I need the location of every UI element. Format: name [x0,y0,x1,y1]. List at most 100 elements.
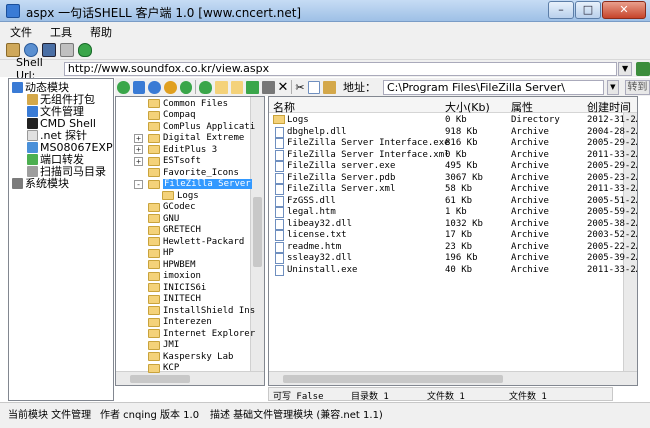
maximize-button[interactable]: □ [575,1,601,19]
system-module-icon [12,177,23,189]
file-row[interactable]: FileZilla Server.pdb 3067 Kb Archive 2005-2… [269,172,637,185]
column-name[interactable]: 名称 [273,99,295,115]
file-row[interactable]: FzGSS.dll 61 Kb Archive 2005-51-2… [269,195,637,208]
folder-tree-item[interactable]: Hewlett-Packard [148,236,244,247]
collapse-icon[interactable]: - [134,179,143,189]
folder-tree-item[interactable]: Kaspersky Lab [148,351,233,362]
folder-tree-item[interactable]: GNU [148,213,179,224]
up-icon[interactable] [132,80,146,94]
port-icon [27,153,38,165]
file-time: 2011-33-2… [587,184,638,194]
menu-tools[interactable]: 工具 [48,23,74,41]
paste-icon[interactable] [323,80,336,94]
folder-tree-item[interactable]: Favorite_Icons [148,167,239,178]
folder-tree-hscrollbar[interactable] [116,371,264,385]
folder-name: KCP [163,363,180,373]
window-controls: – □ ✕ [548,1,646,19]
file-row[interactable]: Uninstall.exe 40 Kb Archive 2011-33-2… [269,264,637,277]
reload-icon[interactable] [179,80,193,94]
copy-icon[interactable] [307,80,321,94]
folder-tree-item[interactable]: INITECH [148,294,201,305]
back-icon[interactable] [117,80,130,94]
file-row[interactable]: FileZilla Server.xml 58 Kb Archive 2011-33-… [269,184,638,196]
folder-icon [148,352,160,361]
open-folder-icon[interactable] [230,80,244,94]
folder-tree-item[interactable]: Interezen [148,317,212,328]
info-bar: 可写 False 目录数 1 文件数 1 文件数 1 [268,387,613,402]
file-size: 61 Kb [445,195,473,206]
scroll-thumb[interactable] [130,375,190,383]
upload-icon[interactable] [246,80,259,94]
folder-tree-item[interactable]: Logs [162,190,199,201]
goto-button[interactable]: 转到 [624,79,650,95]
scroll-thumb[interactable] [283,375,503,383]
file-row[interactable]: FileZilla Server Interface.exe 816 Kb Arch… [269,138,637,150]
folder-tree-item[interactable]: INICIS6i [148,282,206,293]
module-item-file-manager[interactable]: 文件管理 [27,105,84,118]
folder-tree-item[interactable]: ComPlus Applicati [148,121,255,132]
folder-tree-item[interactable]: KCP [148,363,179,374]
file-list-hscrollbar[interactable] [269,371,637,385]
file-row[interactable]: readme.htm 23 Kb Archive 2005-22-2… [269,241,637,254]
file-row[interactable]: license.txt 17 Kb Archive 2003-52-2… [269,230,637,242]
file-size: 0 Kb [445,149,467,160]
shell-url-input[interactable]: http://www.soundfox.co.kr/view.aspx [63,61,618,76]
address-input[interactable]: C:\Program Files\FileZilla Server\ [382,79,604,95]
download-icon[interactable] [199,80,212,94]
expand-icon[interactable]: + [134,145,143,154]
folder-tree-item[interactable]: JMI [148,340,179,351]
refresh-icon[interactable] [163,80,177,94]
column-size[interactable]: 大小(Kb) [445,99,490,115]
toolbar-divider [195,80,197,94]
file-row[interactable]: ssleay32.dll 196 Kb Archive 2005-39-2… [269,253,637,265]
file-row[interactable]: FileZilla server.exe 495 Kb Archive 2005-29… [269,161,637,173]
column-attr[interactable]: 属性 [511,99,533,115]
address-dropdown[interactable]: ▼ [606,79,619,95]
folder-tree-item[interactable]: - FileZilla Server [134,179,252,190]
folder-tree-item[interactable]: GCodec [148,202,196,213]
shell-url-dropdown[interactable]: ▼ [618,61,633,76]
expand-icon[interactable]: + [134,156,143,166]
module-item-system[interactable]: 系统模块 [12,177,69,190]
file-row[interactable]: Logs 0 Kb Directory 2012-31-2… [269,115,637,127]
rename-icon[interactable] [261,80,275,94]
delete-icon[interactable]: ✕ [278,81,289,94]
file-row[interactable]: FileZilla Server Interface.xml 0 Kb Archiv… [269,149,637,162]
file-name: Uninstall.exe [287,264,358,275]
folder-name: FileZilla Server [163,179,252,189]
folder-tree-item[interactable]: InstallShield Ins [148,305,255,316]
folder-tree-item[interactable]: GRETECH [148,225,201,236]
file-count: 文件数 1 [427,392,465,402]
minimize-button[interactable]: – [548,1,574,19]
folder-tree-item[interactable]: Internet Explorer [148,328,255,339]
folder-tree-item[interactable]: HP [148,248,174,259]
module-item-probe[interactable]: .net 探针 [27,129,87,142]
cut-icon[interactable]: ✂ [295,81,304,94]
file-attr: Archive [511,184,549,194]
folder-tree-item[interactable]: Compaq [148,110,196,121]
menu-help[interactable]: 帮助 [88,23,114,41]
file-name: FileZilla Server Interface.xml [287,149,450,160]
file-row[interactable]: dbghelp.dll 918 Kb Archive 2004-28-2… [269,126,637,139]
writable-status: 可写 False [273,392,324,402]
folder-tree-item[interactable]: imoxion [148,271,201,282]
folder-icon [148,214,160,223]
scroll-thumb[interactable] [253,197,262,267]
forward-icon[interactable] [148,80,161,94]
folder-tree-item[interactable]: + ESTsoft [134,156,201,167]
status-description: 描述 基础文件管理模块 (兼容.net 1.1) [210,410,383,421]
plugin-icon[interactable] [78,43,92,57]
file-row[interactable]: libeay32.dll 1032 Kb Archive 2005-38-2… [269,218,637,231]
folder-tree-item[interactable]: HPWBEM [148,259,196,270]
file-size: 495 Kb [445,161,478,171]
folder-tree-item[interactable]: Common Files [148,98,228,109]
new-folder-icon[interactable] [214,80,228,94]
shell-url-row: Shell Url: http://www.soundfox.co.kr/vie… [0,56,650,82]
file-row[interactable]: legal.htm 1 Kb Archive 2005-59-2… [269,207,637,219]
close-button[interactable]: ✕ [602,1,646,19]
folder-tree-item[interactable]: + Digital Extreme [134,133,244,144]
menu-file[interactable]: 文件 [8,23,34,41]
folder-tree-item[interactable]: + EditPlus 3 [134,144,217,155]
connect-icon[interactable] [636,61,650,76]
expand-icon[interactable]: + [134,133,143,143]
